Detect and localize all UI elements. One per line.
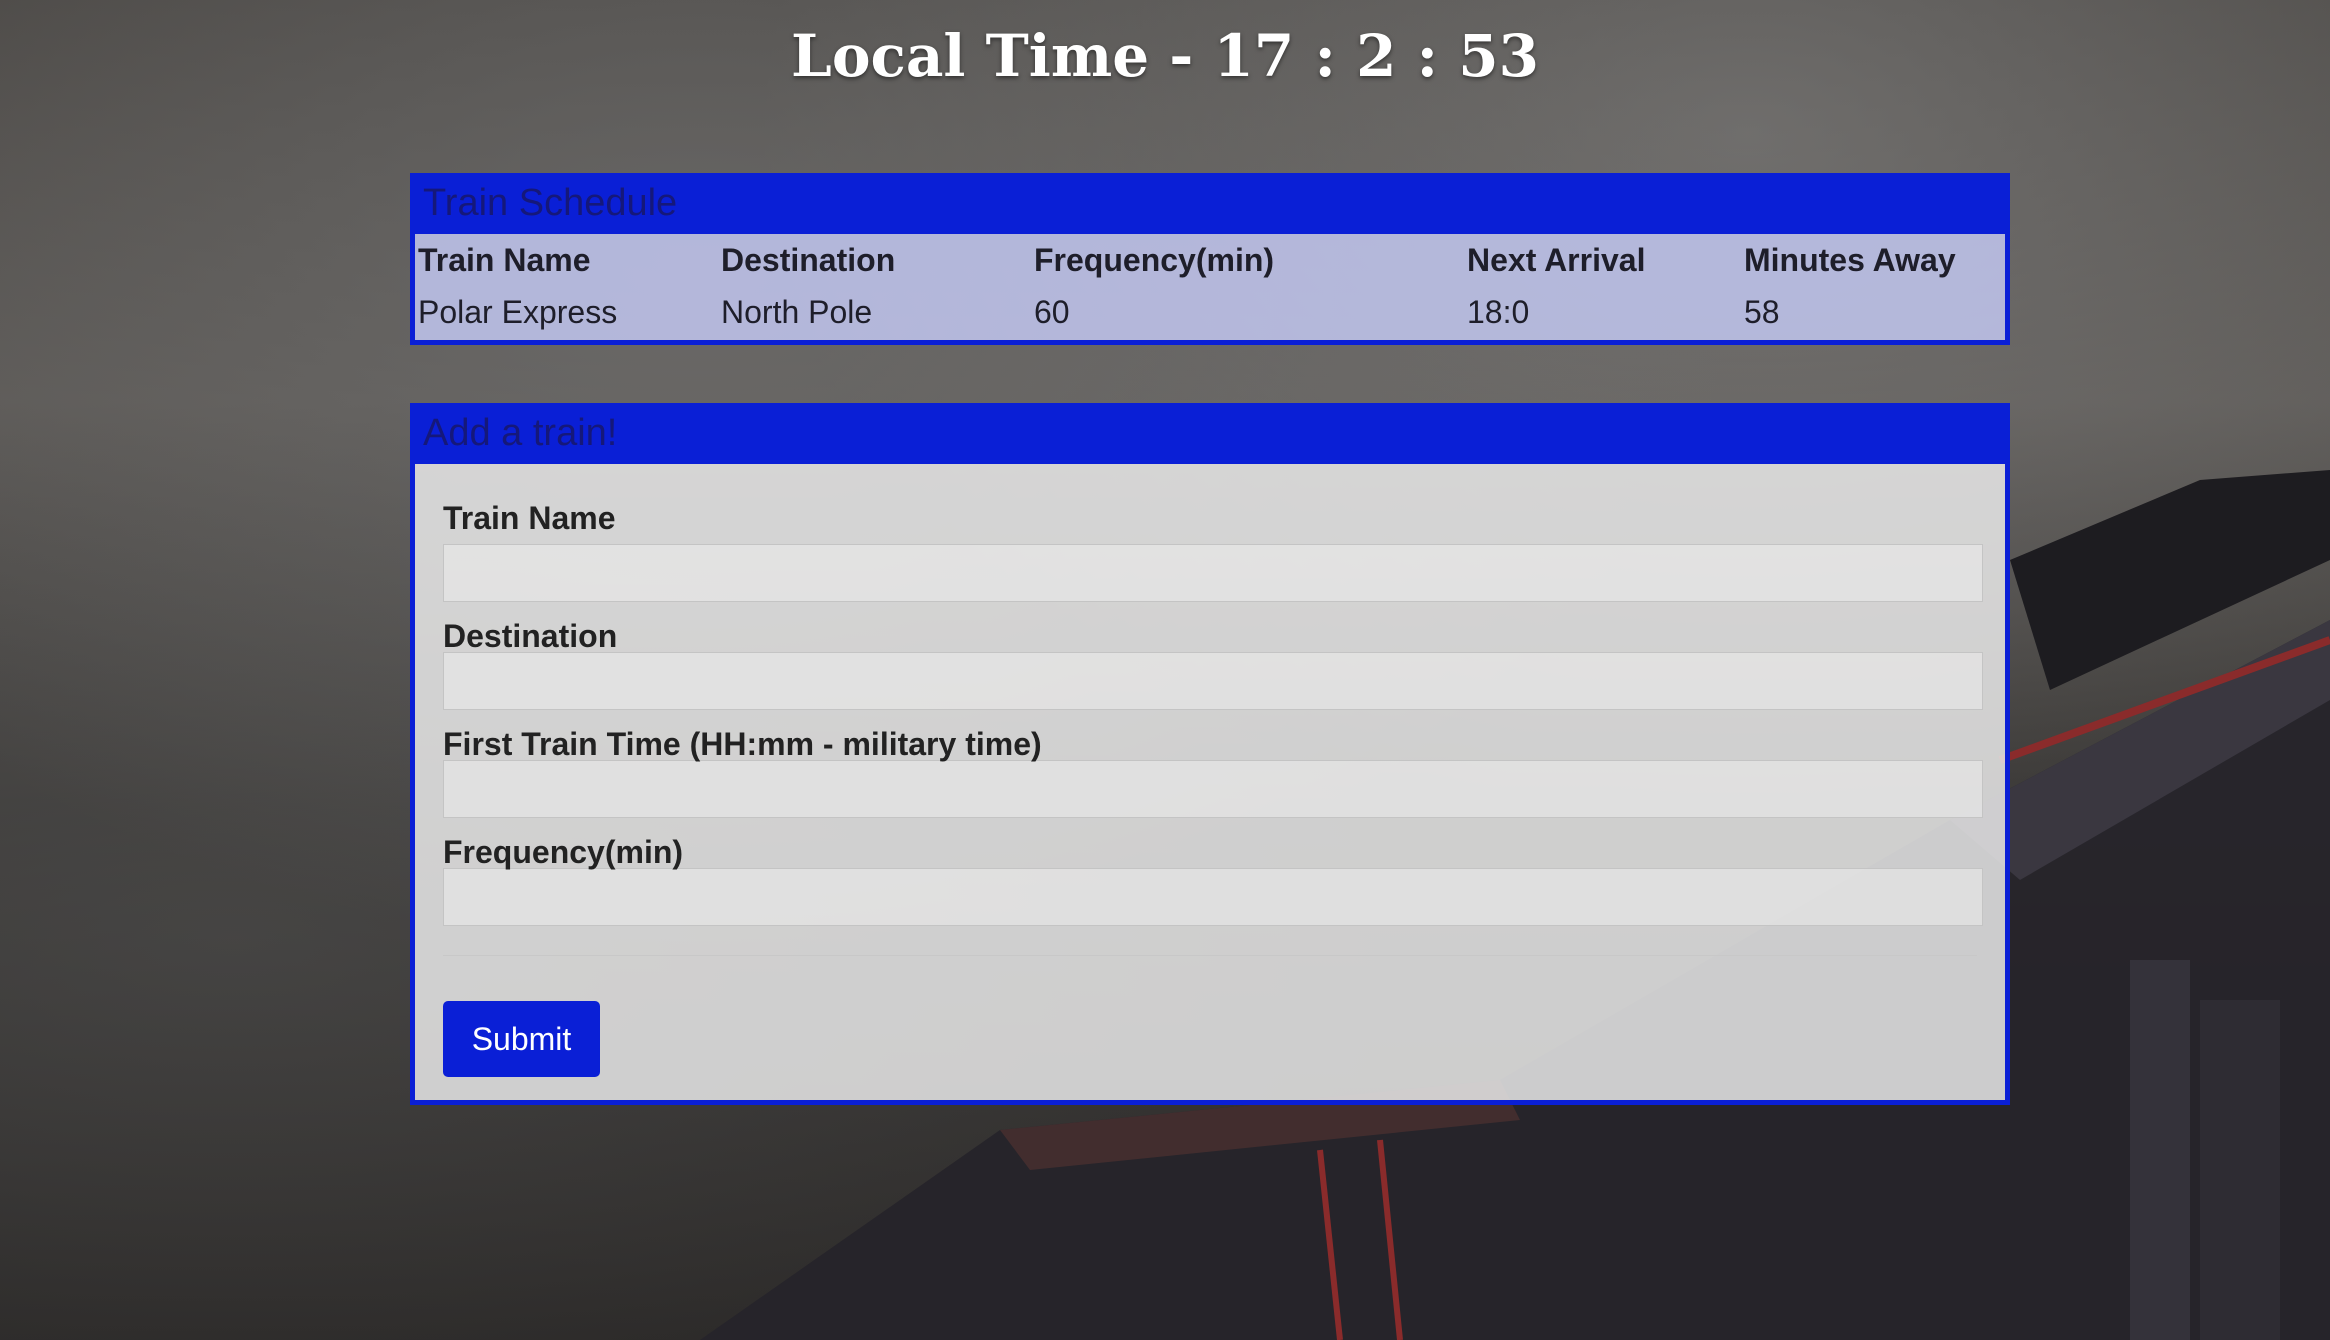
- table-header-row: Train Name Destination Frequency(min) Ne…: [415, 234, 2005, 286]
- train-name-input[interactable]: [443, 544, 1983, 602]
- column-header-minutes-away: Minutes Away: [1744, 241, 1956, 278]
- train-schedule-table: Train Name Destination Frequency(min) Ne…: [415, 234, 2005, 338]
- destination-input[interactable]: [443, 652, 1983, 710]
- form-divider: [443, 955, 1977, 956]
- first-train-time-input[interactable]: [443, 760, 1983, 818]
- table-row: Polar Express North Pole 60 18:0 58: [415, 286, 2005, 338]
- cell-train-name: Polar Express: [418, 293, 618, 330]
- column-header-train-name: Train Name: [418, 241, 591, 278]
- submit-button[interactable]: Submit: [443, 1001, 600, 1077]
- train-schedule-panel: Train Schedule Train Name Destination Fr…: [410, 173, 2010, 345]
- add-train-heading: Add a train!: [415, 408, 2005, 464]
- frequency-label: Frequency(min): [443, 834, 684, 870]
- column-header-destination: Destination: [721, 241, 896, 278]
- train-schedule-body: Train Name Destination Frequency(min) Ne…: [415, 234, 2005, 340]
- train-name-label: Train Name: [443, 500, 616, 536]
- add-train-panel: Add a train! Train Name Destination Firs…: [410, 403, 2010, 1105]
- cell-minutes-away: 58: [1744, 293, 1780, 330]
- cell-destination: North Pole: [721, 293, 873, 330]
- cell-next-arrival: 18:0: [1467, 293, 1530, 330]
- local-time-clock: Local Time - 17 : 2 : 53: [791, 22, 1539, 90]
- column-header-frequency: Frequency(min): [1034, 241, 1275, 278]
- cell-frequency: 60: [1034, 293, 1070, 330]
- frequency-input[interactable]: [443, 868, 1983, 926]
- train-schedule-heading: Train Schedule: [415, 178, 2005, 234]
- first-train-time-label: First Train Time (HH:mm - military time): [443, 726, 1042, 762]
- add-train-form: Train Name Destination First Train Time …: [415, 464, 2005, 1100]
- destination-label: Destination: [443, 618, 618, 654]
- column-header-next-arrival: Next Arrival: [1467, 241, 1646, 278]
